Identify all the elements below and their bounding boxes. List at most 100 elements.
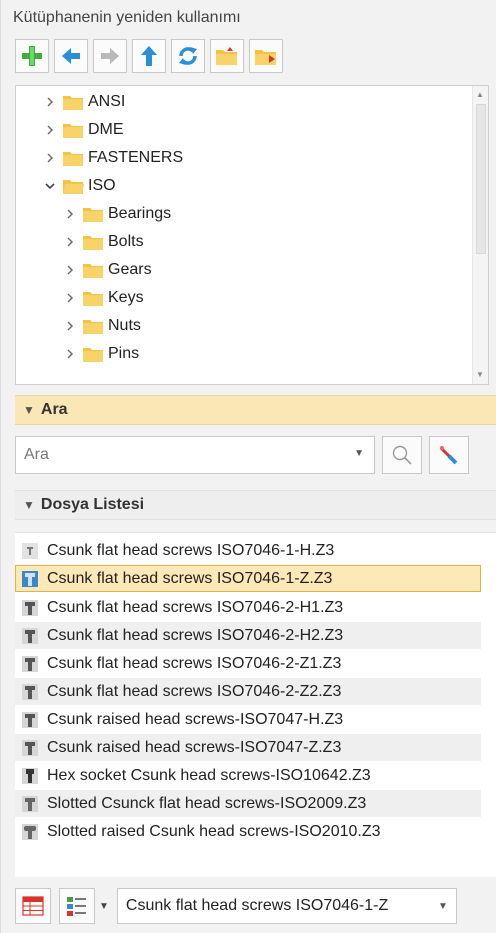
table-view-button[interactable] — [15, 888, 51, 924]
tree-item-ansi[interactable]: ANSI — [42, 88, 125, 116]
file-list-item[interactable]: Csunk flat head screws ISO7046-2-H2.Z3 — [15, 622, 481, 649]
search-icon — [392, 445, 412, 465]
chevron-right-icon[interactable] — [42, 94, 58, 110]
tree-item-pins[interactable]: Pins — [62, 340, 139, 368]
tree-scrollbar[interactable]: ▲ ▼ — [472, 86, 488, 384]
view-mode-dropdown-icon[interactable]: ▼ — [99, 901, 109, 912]
folder-icon — [83, 235, 103, 250]
tree-item-label: Keys — [108, 289, 144, 306]
file-name: Csunk flat head screws ISO7046-2-Z2.Z3 — [47, 682, 342, 700]
screw-file-icon — [22, 683, 38, 700]
file-list-item[interactable]: Csunk raised head screws-ISO7047-H.Z3 — [15, 706, 481, 733]
folder-open-icon — [216, 47, 237, 65]
tree-item-bolts[interactable]: Bolts — [62, 228, 144, 256]
collapse-triangle-icon: ▼ — [23, 498, 35, 512]
file-name: Csunk flat head screws ISO7046-2-H1.Z3 — [47, 598, 344, 616]
combo-value: Csunk flat head screws ISO7046-1-Z — [125, 897, 389, 914]
export-folder-button[interactable] — [249, 39, 283, 73]
tree-item-iso[interactable]: ISO — [42, 172, 116, 200]
back-button[interactable] — [54, 39, 88, 73]
clear-search-button[interactable] — [429, 436, 469, 474]
file-list-item-selected[interactable]: Csunk flat head screws ISO7046-1-Z.Z3 — [15, 565, 481, 592]
screw-file-icon — [22, 570, 38, 587]
file-list-item[interactable]: Slotted Csunck flat head screws-ISO2009.… — [15, 790, 481, 817]
scroll-up-icon[interactable]: ▲ — [476, 90, 484, 100]
tree-item-dme[interactable]: DME — [42, 116, 124, 144]
scrollbar-thumb[interactable] — [476, 104, 486, 254]
selected-file-combo[interactable]: Csunk flat head screws ISO7046-1-Z ▼ — [116, 888, 457, 924]
file-list-item[interactable]: Csunk raised head screws-ISO7047-Z.Z3 — [15, 734, 481, 761]
scroll-down-icon[interactable]: ▼ — [476, 370, 484, 380]
chevron-right-icon[interactable] — [42, 122, 58, 138]
tree-item-label: Gears — [108, 261, 152, 278]
tree-item-label: Bolts — [108, 233, 144, 250]
tree-item-keys[interactable]: Keys — [62, 284, 144, 312]
eraser-icon — [439, 446, 458, 465]
tree-item-label: Bearings — [108, 205, 172, 222]
add-button[interactable] — [15, 39, 49, 73]
panel-title: Kütüphanenin yeniden kullanımı — [13, 9, 241, 26]
view-mode-button[interactable] — [59, 888, 95, 924]
chevron-right-icon[interactable] — [62, 234, 78, 250]
file-list[interactable]: Csunk flat head screws ISO7046-1-H.Z3 Cs… — [15, 532, 496, 877]
file-list-item[interactable]: Csunk flat head screws ISO7046-1-H.Z3 — [15, 537, 481, 564]
chevron-right-icon[interactable] — [62, 346, 78, 362]
file-list-item[interactable]: Hex socket Csunk head screws-ISO10642.Z3 — [15, 762, 481, 789]
file-name: Csunk flat head screws ISO7046-2-H2.Z3 — [47, 626, 344, 644]
file-list-header[interactable]: ▼ Dosya Listesi — [15, 490, 496, 520]
file-name: Csunk raised head screws-ISO7047-H.Z3 — [47, 710, 344, 728]
chevron-down-icon[interactable]: ▼ — [438, 901, 448, 912]
list-view-icon — [67, 897, 86, 916]
chevron-down-icon[interactable] — [42, 178, 58, 194]
tree-item-bearings[interactable]: Bearings — [62, 200, 171, 228]
tree-item-label: Nuts — [108, 317, 141, 334]
screw-file-icon — [22, 795, 38, 812]
refresh-button[interactable] — [171, 39, 205, 73]
screw-file-icon — [22, 823, 38, 840]
tree-item-gears[interactable]: Gears — [62, 256, 152, 284]
forward-arrow-icon — [101, 48, 119, 64]
reuse-library-panel: Kütüphanenin yeniden kullanımı ANSI DME … — [0, 0, 496, 933]
tree-item-label: DME — [88, 121, 124, 138]
file-name: Csunk raised head screws-ISO7047-Z.Z3 — [47, 738, 342, 756]
file-list-item[interactable]: Slotted raised Csunk head screws-ISO2010… — [15, 818, 481, 845]
chevron-right-icon[interactable] — [42, 150, 58, 166]
dropdown-arrow-icon[interactable]: ▼ — [354, 448, 364, 459]
search-input[interactable]: Ara ▼ — [15, 436, 375, 474]
screw-file-icon — [22, 599, 38, 616]
search-section-header[interactable]: ▼ Ara — [15, 395, 496, 425]
search-placeholder: Ara — [24, 446, 49, 463]
chevron-right-icon[interactable] — [62, 290, 78, 306]
tree-item-nuts[interactable]: Nuts — [62, 312, 141, 340]
bottom-bar: ▼ Csunk flat head screws ISO7046-1-Z ▼ — [15, 886, 496, 926]
screw-file-icon — [22, 655, 38, 672]
file-list-item[interactable]: Csunk flat head screws ISO7046-2-Z2.Z3 — [15, 678, 481, 705]
screw-file-icon — [22, 627, 38, 644]
forward-button[interactable] — [93, 39, 127, 73]
folder-icon — [63, 95, 83, 110]
screw-file-icon — [22, 542, 38, 559]
tree-item-fasteners[interactable]: FASTENERS — [42, 144, 183, 172]
chevron-right-icon[interactable] — [62, 318, 78, 334]
back-arrow-icon — [62, 48, 80, 64]
folder-tree[interactable]: ANSI DME FASTENERS ISO Bearings Bolts Ge… — [15, 85, 489, 385]
folder-icon — [83, 347, 103, 362]
open-folder-button[interactable] — [210, 39, 244, 73]
file-list-title: Dosya Listesi — [40, 496, 145, 513]
search-button[interactable] — [382, 436, 422, 474]
collapse-triangle-icon: ▼ — [23, 403, 35, 417]
chevron-right-icon[interactable] — [62, 206, 78, 222]
folder-icon — [63, 151, 83, 166]
screw-file-icon — [22, 739, 38, 756]
chevron-right-icon[interactable] — [62, 262, 78, 278]
add-icon — [22, 46, 42, 66]
file-name: Csunk flat head screws ISO7046-1-H.Z3 — [47, 541, 335, 559]
folder-open-icon — [63, 179, 84, 194]
tree-item-label: FASTENERS — [88, 149, 184, 166]
up-button[interactable] — [132, 39, 166, 73]
folder-icon — [83, 263, 103, 278]
folder-export-icon — [255, 50, 276, 65]
toolbar — [15, 39, 283, 77]
file-list-item[interactable]: Csunk flat head screws ISO7046-2-Z1.Z3 — [15, 650, 481, 677]
file-list-item[interactable]: Csunk flat head screws ISO7046-2-H1.Z3 — [15, 594, 481, 621]
